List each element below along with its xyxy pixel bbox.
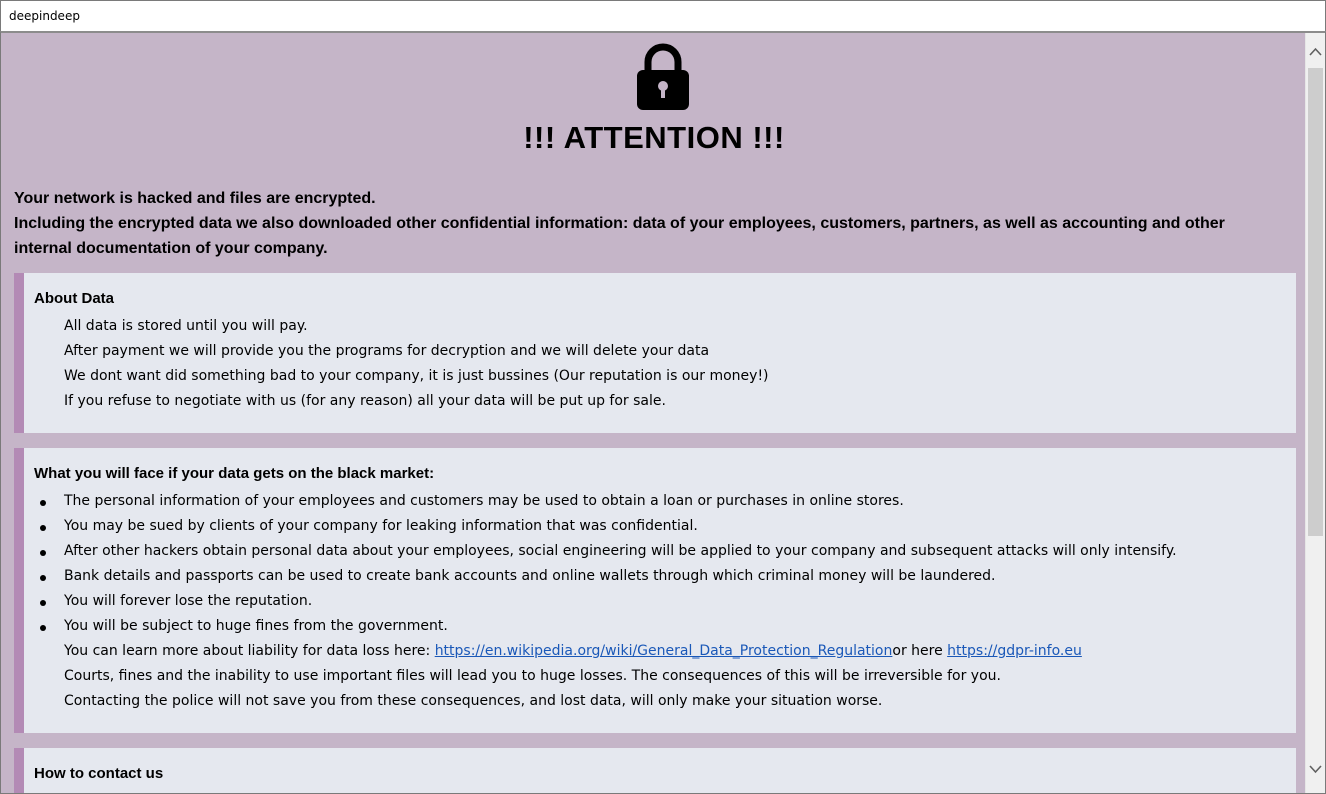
black-market-bullet: The personal information of your employe… (64, 493, 904, 509)
bullet-icon (40, 500, 46, 506)
scroll-down-icon[interactable] (1309, 764, 1322, 774)
window-titlebar: deepindeep (0, 0, 1326, 31)
black-market-bullet: You will be subject to huge fines from t… (64, 618, 448, 634)
scroll-up-icon[interactable] (1309, 47, 1322, 57)
black-market-bullet: Bank details and passports can be used t… (64, 568, 996, 584)
about-data-line: We dont want did something bad to your c… (64, 368, 769, 384)
ransom-note-page: !!! ATTENTION !!! Your network is hacked… (3, 33, 1305, 793)
about-data-line: All data is stored until you will pay. (64, 318, 308, 334)
page-title: !!! ATTENTION !!! (523, 120, 785, 155)
wikipedia-gdpr-link[interactable]: https://en.wikipedia.org/wiki/General_Da… (435, 643, 893, 659)
bullet-icon (40, 600, 46, 606)
intro-line-downloaded: Including the encrypted data we also dow… (14, 215, 1225, 257)
black-market-bullet: You may be sued by clients of your compa… (64, 518, 698, 534)
intro-text: Your network is hacked and files are enc… (14, 186, 1284, 261)
black-market-bullet: After other hackers obtain personal data… (64, 543, 1177, 559)
contact-panel: How to contact us (14, 748, 1296, 793)
scrollbar-thumb[interactable] (1308, 68, 1323, 536)
police-line: Contacting the police will not save you … (64, 693, 883, 709)
gdpr-info-link[interactable]: https://gdpr-info.eu (947, 643, 1082, 659)
about-data-line: If you refuse to negotiate with us (for … (64, 393, 666, 409)
courts-line: Courts, fines and the inability to use i… (64, 668, 1001, 684)
black-market-title: What you will face if your data gets on … (34, 465, 435, 482)
liability-prefix: You can learn more about liability for d… (64, 643, 435, 659)
bullet-icon (40, 575, 46, 581)
black-market-panel: What you will face if your data gets on … (14, 448, 1296, 733)
black-market-bullet: You will forever lose the reputation. (64, 593, 313, 609)
intro-line-hacked: Your network is hacked and files are enc… (14, 190, 376, 207)
about-data-panel: About Data All data is stored until you … (14, 273, 1296, 433)
lock-icon (637, 43, 689, 110)
window-title: deepindeep (9, 9, 80, 23)
vertical-scrollbar[interactable] (1305, 33, 1325, 793)
about-data-title: About Data (34, 290, 114, 307)
bullet-icon (40, 525, 46, 531)
bullet-icon (40, 625, 46, 631)
liability-mid: or here (892, 643, 948, 659)
bullet-icon (40, 550, 46, 556)
about-data-line: After payment we will provide you the pr… (64, 343, 710, 359)
liability-line: You can learn more about liability for d… (64, 643, 1082, 659)
contact-title: How to contact us (34, 765, 164, 782)
browser-viewport: !!! ATTENTION !!! Your network is hacked… (0, 31, 1326, 794)
